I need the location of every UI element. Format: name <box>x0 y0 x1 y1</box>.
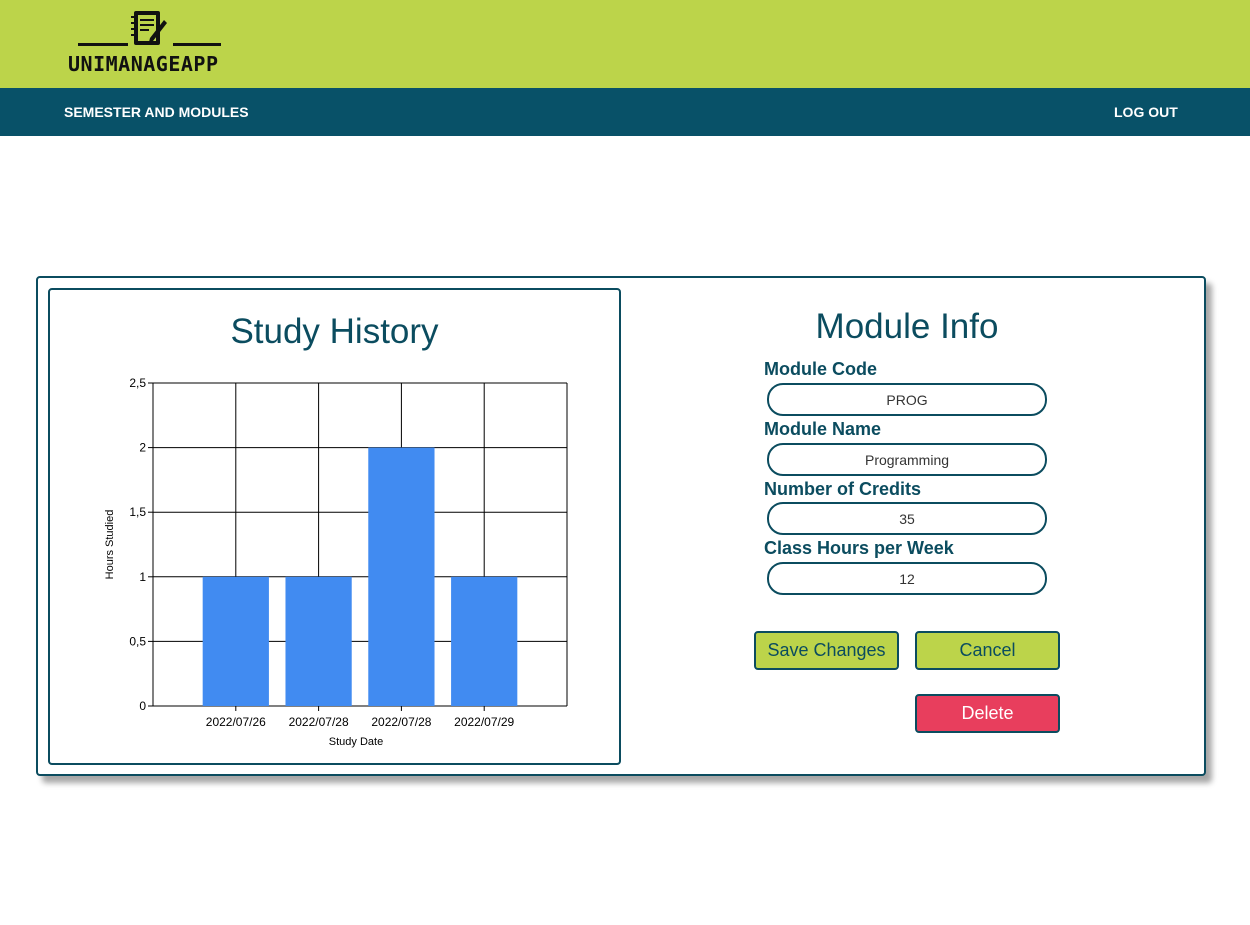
study-history-chart: 0 0,5 1 1,5 2 2,5 2022/07/26 2022/07/28 2022/07/… <box>104 376 568 748</box>
module-info-title: Module Info <box>815 307 999 346</box>
x-tick-label: 2022/07/28 <box>371 715 431 729</box>
bar <box>285 576 352 706</box>
x-tick-label: 2022/07/29 <box>454 715 514 729</box>
y-tick-label: 0,5 <box>129 634 146 648</box>
module-code-label: Module Code <box>764 359 877 379</box>
y-tick-label: 2 <box>139 441 146 455</box>
module-code-input[interactable] <box>767 383 1047 416</box>
bar <box>451 576 518 706</box>
class-hours-label: Class Hours per Week <box>764 538 954 558</box>
bar <box>202 576 269 706</box>
credits-input[interactable] <box>767 502 1047 535</box>
bar <box>368 447 435 706</box>
logo-text: UNIMANAGEAPP <box>68 52 219 76</box>
nav-semester-modules[interactable]: SEMESTER AND MODULES <box>64 104 249 120</box>
y-tick-label: 2,5 <box>129 376 146 390</box>
save-changes-button[interactable]: Save Changes <box>754 631 899 670</box>
x-axis-title: Study Date <box>329 736 383 748</box>
module-name-input[interactable] <box>767 443 1047 476</box>
x-tick-label: 2022/07/28 <box>289 715 349 729</box>
y-tick-label: 0 <box>139 699 146 713</box>
y-tick-label: 1 <box>139 570 146 584</box>
y-tick-label: 1,5 <box>129 505 146 519</box>
notebook-icon <box>78 11 221 46</box>
nav-bar: SEMESTER AND MODULES LOG OUT <box>0 88 1250 136</box>
study-history-panel: Study History 0 0,5 1 1,5 2 2,5 2022/07/26 2022… <box>48 288 621 765</box>
delete-button[interactable]: Delete <box>915 694 1060 733</box>
cancel-button[interactable]: Cancel <box>915 631 1060 670</box>
module-name-label: Module Name <box>764 419 882 439</box>
class-hours-input[interactable] <box>767 562 1047 595</box>
y-axis-title: Hours Studied <box>104 510 116 580</box>
header-bar: UNIMANAGEAPP <box>0 0 1250 88</box>
credits-label: Number of Credits <box>764 479 922 499</box>
nav-logout[interactable]: LOG OUT <box>1114 104 1178 120</box>
app-logo[interactable]: UNIMANAGEAPP <box>68 8 238 78</box>
x-tick-label: 2022/07/26 <box>206 715 266 729</box>
